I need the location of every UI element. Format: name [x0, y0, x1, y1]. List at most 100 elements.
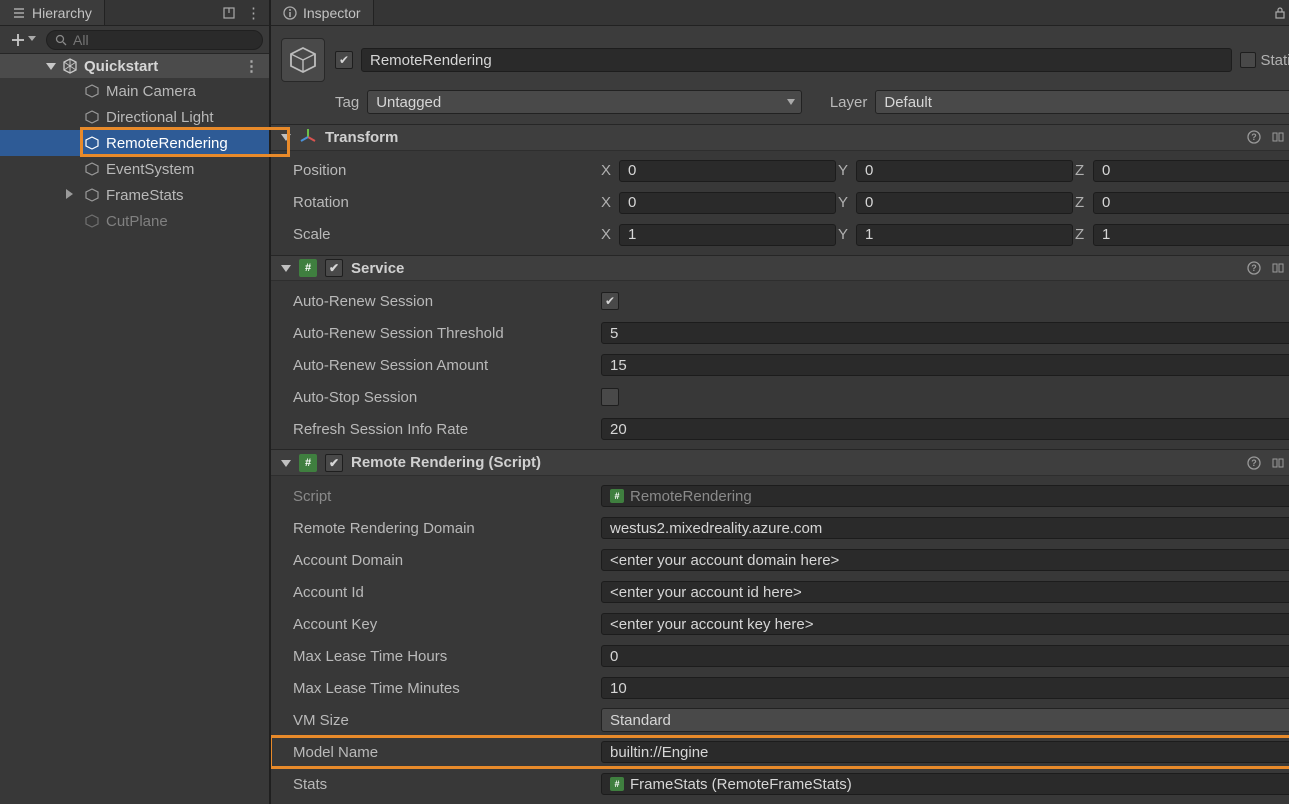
gameobject-icon	[84, 213, 100, 229]
hierarchy-tab-label: Hierarchy	[32, 5, 92, 21]
scale-x-input[interactable]	[619, 224, 836, 246]
model-name-input[interactable]	[601, 741, 1289, 763]
vmsize-label: VM Size	[281, 712, 601, 729]
hierarchy-item[interactable]: EventSystem	[0, 156, 269, 182]
transform-header[interactable]: Transform ? ⋮	[271, 124, 1289, 151]
foldout-icon[interactable]	[281, 132, 291, 142]
tag-value: Untagged	[376, 94, 441, 111]
threshold-input[interactable]	[601, 322, 1289, 344]
transform-body: Position X Y Z Rotation X Y Z	[271, 151, 1289, 255]
position-y-input[interactable]	[856, 160, 1073, 182]
scale-y-input[interactable]	[856, 224, 1073, 246]
hierarchy-item[interactable]: Directional Light	[0, 104, 269, 130]
preset-icon[interactable]	[1271, 130, 1285, 144]
hierarchy-search-input[interactable]	[73, 32, 254, 48]
gameobject-icon	[84, 135, 100, 151]
static-label: Static	[1260, 52, 1289, 69]
popout-icon[interactable]	[222, 6, 236, 20]
rr-enabled-checkbox[interactable]	[325, 454, 343, 472]
help-icon[interactable]: ?	[1247, 261, 1261, 275]
inspector-tab[interactable]: Inspector	[271, 0, 374, 25]
foldout-icon[interactable]	[281, 458, 291, 468]
tag-dropdown[interactable]: Untagged	[367, 90, 802, 114]
remote-rendering-header[interactable]: # Remote Rendering (Script) ? ⋮	[271, 449, 1289, 476]
account-domain-label: Account Domain	[281, 552, 601, 569]
scene-menu-icon[interactable]: ⋮	[244, 57, 259, 75]
stats-field[interactable]: # FrameStats (RemoteFrameStats) ◎	[601, 773, 1289, 795]
domain-input[interactable]	[601, 517, 1289, 539]
preset-icon[interactable]	[1271, 456, 1285, 470]
lease-minutes-input[interactable]	[601, 677, 1289, 699]
rotation-y-input[interactable]	[856, 192, 1073, 214]
hierarchy-tab[interactable]: Hierarchy	[0, 0, 105, 25]
hierarchy-item-label: FrameStats	[106, 187, 184, 204]
gameobject-enabled-checkbox[interactable]	[335, 51, 353, 69]
gameobject-name-input[interactable]	[361, 48, 1232, 72]
hierarchy-item-selected[interactable]: RemoteRendering	[0, 130, 269, 156]
svg-text:?: ?	[1251, 132, 1257, 142]
autostop-label: Auto-Stop Session	[281, 389, 601, 406]
hierarchy-list[interactable]: Quickstart ⋮ Main Camera Directional Lig…	[0, 54, 269, 804]
inspector-tab-label: Inspector	[303, 5, 361, 21]
script-label: Script	[281, 488, 601, 505]
gameobject-icon	[84, 109, 100, 125]
tag-layer-row: Tag Untagged Layer Default	[271, 86, 1289, 124]
lock-icon[interactable]	[1273, 6, 1287, 20]
service-enabled-checkbox[interactable]	[325, 259, 343, 277]
scale-z-input[interactable]	[1093, 224, 1289, 246]
script-icon: #	[299, 454, 317, 472]
amount-label: Auto-Renew Session Amount	[281, 357, 601, 374]
preset-icon[interactable]	[1271, 261, 1285, 275]
rotation-label: Rotation	[281, 194, 601, 211]
inspector-panel: Inspector ⋮	[271, 0, 1289, 804]
gameobject-large-icon[interactable]	[281, 38, 325, 82]
transform-icon	[299, 128, 317, 146]
hierarchy-toolbar	[0, 26, 269, 54]
help-icon[interactable]: ?	[1247, 456, 1261, 470]
rotation-z-input[interactable]	[1093, 192, 1289, 214]
amount-input[interactable]	[601, 354, 1289, 376]
layer-value: Default	[884, 94, 932, 111]
object-header: Static	[271, 26, 1289, 86]
auto-renew-checkbox[interactable]	[601, 292, 619, 310]
list-icon	[12, 6, 26, 20]
stats-label: Stats	[281, 776, 601, 793]
hierarchy-item[interactable]: CutPlane	[0, 208, 269, 234]
service-header[interactable]: # Service ? ⋮	[271, 255, 1289, 282]
refresh-input[interactable]	[601, 418, 1289, 440]
hierarchy-tab-bar: Hierarchy ⋮	[0, 0, 269, 26]
script-icon: #	[610, 489, 624, 503]
create-button[interactable]	[6, 30, 40, 50]
hierarchy-panel: Hierarchy ⋮	[0, 0, 271, 804]
static-checkbox[interactable]	[1240, 52, 1256, 68]
foldout-icon[interactable]	[46, 61, 56, 71]
svg-text:?: ?	[1251, 458, 1257, 468]
unity-logo-icon	[62, 58, 78, 74]
position-z-input[interactable]	[1093, 160, 1289, 182]
hierarchy-item[interactable]: FrameStats	[0, 182, 269, 208]
lease-hours-input[interactable]	[601, 645, 1289, 667]
help-icon[interactable]: ?	[1247, 130, 1261, 144]
kebab-icon[interactable]: ⋮	[246, 4, 261, 22]
autostop-checkbox[interactable]	[601, 388, 619, 406]
scene-header[interactable]: Quickstart ⋮	[0, 54, 269, 78]
account-key-label: Account Key	[281, 616, 601, 633]
layer-dropdown[interactable]: Default	[875, 90, 1289, 114]
service-title: Service	[351, 260, 404, 277]
layer-label: Layer	[830, 94, 868, 111]
gameobject-icon	[84, 83, 100, 99]
account-key-input[interactable]	[601, 613, 1289, 635]
hierarchy-search[interactable]	[46, 30, 263, 50]
account-domain-input[interactable]	[601, 549, 1289, 571]
scale-label: Scale	[281, 226, 601, 243]
position-x-input[interactable]	[619, 160, 836, 182]
hierarchy-item[interactable]: Main Camera	[0, 78, 269, 104]
vmsize-dropdown[interactable]: Standard	[601, 708, 1289, 732]
threshold-label: Auto-Renew Session Threshold	[281, 325, 601, 342]
expand-icon[interactable]	[64, 189, 74, 199]
lease-hours-label: Max Lease Time Hours	[281, 648, 601, 665]
info-icon	[283, 6, 297, 20]
foldout-icon[interactable]	[281, 263, 291, 273]
rotation-x-input[interactable]	[619, 192, 836, 214]
account-id-input[interactable]	[601, 581, 1289, 603]
